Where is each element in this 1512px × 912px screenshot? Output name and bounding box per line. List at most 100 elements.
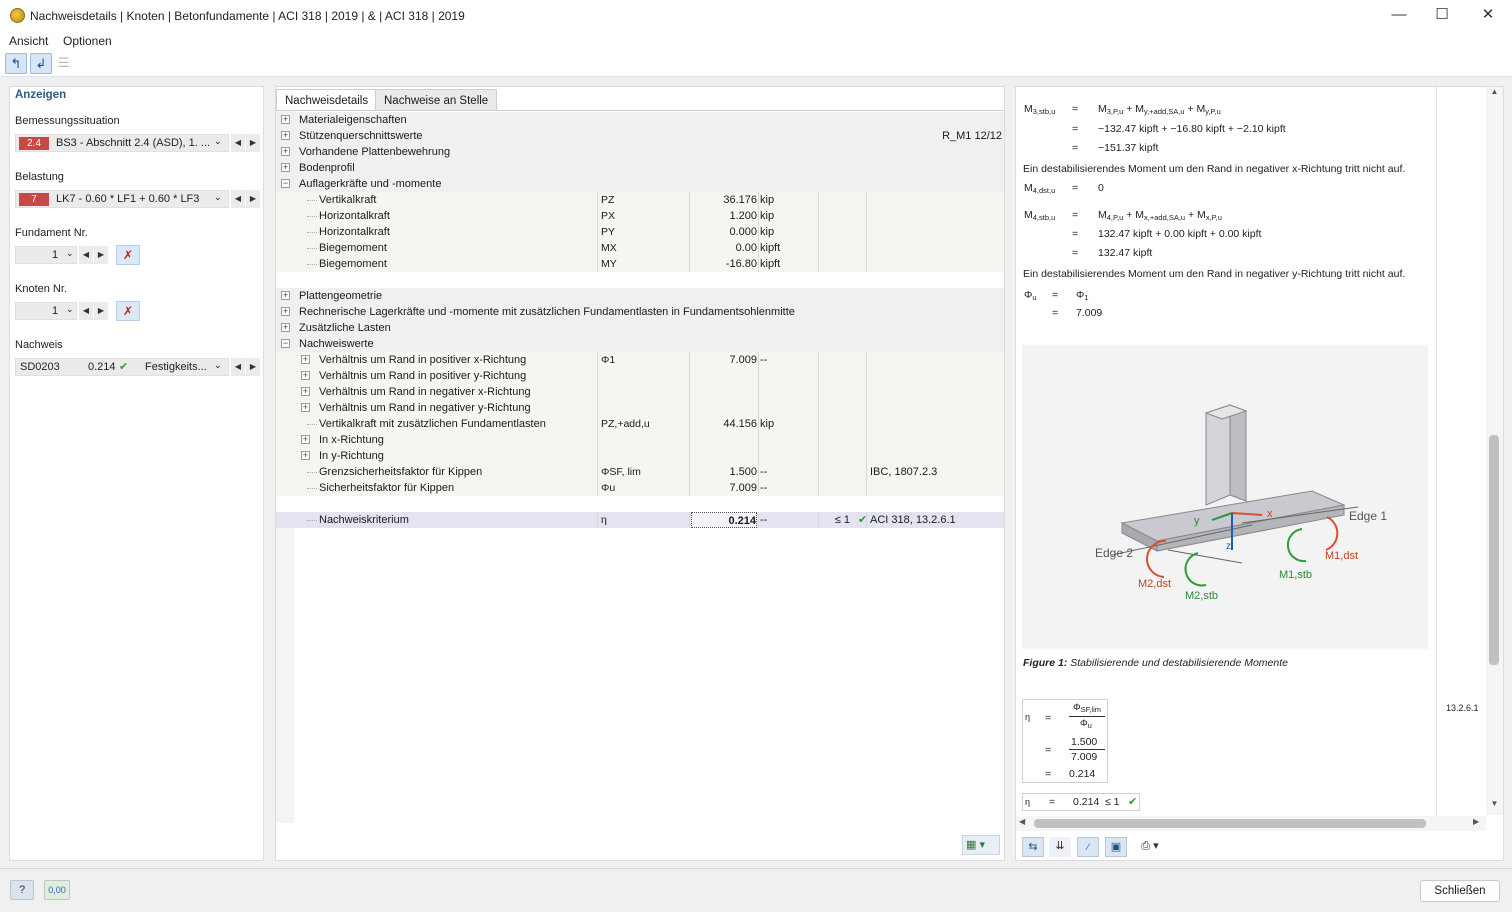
expand-icon[interactable]: + <box>281 163 290 172</box>
expand-icon[interactable]: + <box>301 387 310 396</box>
panel-header: Anzeigen <box>15 89 66 101</box>
close-window-button[interactable]: ✕ <box>1465 0 1511 32</box>
next-arrow-button[interactable]: ▶ <box>94 302 108 320</box>
units-counter[interactable]: 0,00 <box>44 880 70 900</box>
table-row[interactable]: HorizontalkraftPY0.000kip <box>276 224 1004 240</box>
table-row[interactable]: −Auflagerkräfte und -momente <box>276 176 1004 192</box>
belastung-select[interactable]: 7 LK7 - 0.60 * LF1 + 0.60 * LF3 ⌄ <box>15 190 229 208</box>
menu-optionen[interactable]: Optionen <box>63 34 112 48</box>
prev-arrow-button[interactable]: ◀ <box>231 134 245 152</box>
expand-icon[interactable]: + <box>281 115 290 124</box>
bemessung-value: BS3 - Abschnitt 2.4 (ASD), 1. ... <box>56 137 211 149</box>
tree-connector <box>307 216 317 217</box>
expand-icon[interactable]: + <box>301 371 310 380</box>
table-row[interactable] <box>276 272 1004 288</box>
table-row[interactable]: Grenzsicherheitsfaktor für KippenΦSF, li… <box>276 464 1004 480</box>
bemessung-select[interactable]: 2.4 BS3 - Abschnitt 2.4 (ASD), 1. ... ⌄ <box>15 134 229 152</box>
next-arrow-button[interactable]: ▶ <box>94 246 108 264</box>
table-row[interactable]: + In x-Richtung <box>276 432 1004 448</box>
print-icon[interactable]: ⎙ ▾ <box>1133 837 1167 857</box>
fraction-icon[interactable]: ⁄ <box>1077 837 1099 857</box>
pick-fundament-icon[interactable]: ✗ <box>116 245 140 265</box>
table-row[interactable]: + Verhältnis um Rand in positiver y-Richt… <box>276 368 1004 384</box>
expand-icon[interactable]: + <box>281 307 290 316</box>
expand-icon[interactable]: + <box>301 451 310 460</box>
window-title: Nachweisdetails | Knoten | Betonfundamen… <box>30 9 465 23</box>
close-button[interactable]: Schließen <box>1420 880 1500 902</box>
prev-arrow-button[interactable]: ◀ <box>231 358 245 376</box>
expand-icon[interactable]: + <box>281 131 290 140</box>
list-icon[interactable]: ☰ <box>58 55 76 71</box>
table-row[interactable]: VertikalkraftPZ36.176kip <box>276 192 1004 208</box>
row-label: In x-Richtung <box>319 432 599 448</box>
minimize-button[interactable]: — <box>1376 0 1422 32</box>
next-arrow-button[interactable]: ▶ <box>246 134 260 152</box>
table-row[interactable]: Nachweiskriteriumη0.214--≤ 1✔ACI 318, 13… <box>276 512 1004 528</box>
maximize-button[interactable]: ☐ <box>1419 0 1465 32</box>
pick-knoten-icon[interactable]: ✗ <box>116 301 140 321</box>
table-row[interactable]: +Verhältnis um Rand in negativer x-Richt… <box>276 384 1004 400</box>
row-sym: η <box>601 512 687 528</box>
prev-arrow-button[interactable]: ◀ <box>231 190 245 208</box>
table-row[interactable]: +Verhältnis um Rand in negativer y-Richt… <box>276 400 1004 416</box>
table-row[interactable]: Sicherheitsfaktor für KippenΦu7.009-- <box>276 480 1004 496</box>
tab-nachweisdetails[interactable]: Nachweisdetails <box>276 89 377 111</box>
expand-icon[interactable]: + <box>301 435 310 444</box>
table-row[interactable]: +Materialeigenschaften <box>276 112 1004 128</box>
pick-icon-button[interactable]: ↰ <box>5 53 27 74</box>
row-ref: IBC, 1807.2.3 <box>870 464 1000 480</box>
prev-arrow-button[interactable]: ◀ <box>79 302 93 320</box>
expand-icon[interactable]: + <box>281 323 290 332</box>
table-row[interactable]: −Nachweiswerte <box>276 336 1004 352</box>
eq-m4dst-rhs: 0 <box>1098 182 1104 194</box>
collapse-icon[interactable]: − <box>281 339 290 348</box>
eq-phi-rhs: Φ1 <box>1076 289 1089 302</box>
sync-icon[interactable]: ⇆ <box>1022 837 1044 857</box>
table-row[interactable]: + Vorhandene Plattenbewehrung <box>276 144 1004 160</box>
row-label: Vorhandene Plattenbewehrung <box>299 144 999 160</box>
table-row[interactable]: +Verhältnis um Rand in positiver x-Richt… <box>276 352 1004 368</box>
expand-icon[interactable]: + <box>281 291 290 300</box>
table-row[interactable]: BiegemomentMY-16.80kipft <box>276 256 1004 272</box>
table-row[interactable]: +Zusätzliche Lasten <box>276 320 1004 336</box>
eq-m4dst-lhs: M4,dst,u <box>1024 182 1055 195</box>
sort-icon[interactable]: ⇊ <box>1049 837 1071 857</box>
fundament-select[interactable]: 1 ⌄ <box>15 246 77 264</box>
table-row[interactable]: + Rechnerische Lagerkräfte und -momente m… <box>276 304 1004 320</box>
table-row[interactable]: +In y-Richtung <box>276 448 1004 464</box>
expand-icon[interactable]: + <box>281 147 290 156</box>
horizontal-scrollbar[interactable]: ◀ ▶ <box>1016 816 1486 831</box>
table-row[interactable]: Vertikalkraft mit zusätzlichen Fundament… <box>276 416 1004 432</box>
expand-icon[interactable]: + <box>301 403 310 412</box>
chevron-down-icon: ⌄ <box>214 192 222 203</box>
table-row[interactable] <box>276 496 1004 512</box>
collapse-icon[interactable]: − <box>281 179 290 188</box>
vertical-scrollbar[interactable]: ▲ ▼ <box>1486 87 1503 815</box>
hscroll-thumb[interactable] <box>1034 819 1426 828</box>
frame-icon[interactable]: ▣ <box>1105 837 1127 857</box>
row-label: Rechnerische Lagerkräfte und -momente mi… <box>299 304 999 320</box>
table-row[interactable]: +StützenquerschnittswerteR_M1 12/12 <box>276 128 1004 144</box>
menu-ansicht[interactable]: Ansicht <box>9 34 48 48</box>
row-label: Verhältnis um Rand in positiver y-Richtu… <box>319 368 599 384</box>
help-icon[interactable]: ? <box>10 880 34 900</box>
expand-icon[interactable]: + <box>301 355 310 364</box>
scroll-thumb[interactable] <box>1489 435 1499 665</box>
knoten-select[interactable]: 1 ⌄ <box>15 302 77 320</box>
eq-m4stb-rhs: M4,P,u + Mx,+add,SA,u + Mx,P,u <box>1098 209 1222 222</box>
toolbar: ↰ ↲ ☰ <box>0 50 1512 77</box>
next-arrow-button[interactable]: ▶ <box>246 190 260 208</box>
nachweis-select[interactable]: SD0203 0.214 ✔ Festigkeits... ⌄ <box>15 358 229 376</box>
table-row[interactable]: +Bodenprofil <box>276 160 1004 176</box>
table-row[interactable]: BiegemomentMX0.00kipft <box>276 240 1004 256</box>
prev-arrow-button[interactable]: ◀ <box>79 246 93 264</box>
next-arrow-button[interactable]: ▶ <box>246 358 260 376</box>
export-icon[interactable]: ▦ ▾ <box>962 835 1000 855</box>
tab-nachweise-an-stelle[interactable]: Nachweise an Stelle <box>375 89 497 111</box>
table-row[interactable]: HorizontalkraftPX1.200kip <box>276 208 1004 224</box>
row-label: Horizontalkraft <box>319 224 599 240</box>
table-row[interactable]: +Plattengeometrie <box>276 288 1004 304</box>
pick-node-icon-button[interactable]: ↲ <box>30 53 52 74</box>
row-unit: kipft <box>760 256 816 272</box>
row-sym: Φ1 <box>601 352 687 368</box>
